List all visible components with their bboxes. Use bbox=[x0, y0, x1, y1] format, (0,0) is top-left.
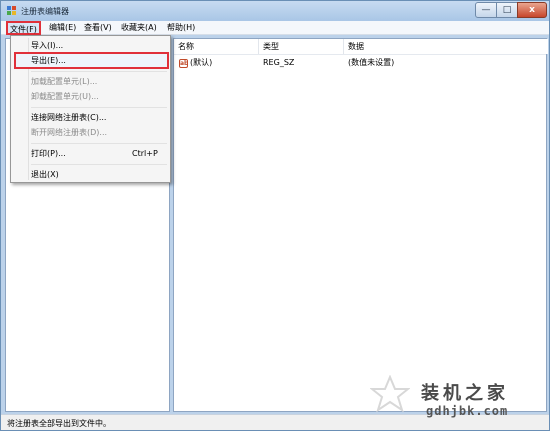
menu-item-unload-hive: 卸载配置单元(U)... bbox=[31, 92, 99, 101]
watermark-star-icon bbox=[370, 375, 410, 413]
registry-app-icon bbox=[7, 6, 16, 15]
menu-favorites[interactable]: 收藏夹(A) bbox=[119, 22, 159, 34]
menu-item-disconnect-network-registry: 断开网络注册表(D)... bbox=[31, 128, 108, 137]
menu-item-load-hive: 加载配置单元(L)... bbox=[31, 77, 98, 86]
menu-separator bbox=[31, 143, 167, 144]
value-row-name[interactable]: ab (默认) bbox=[179, 57, 212, 69]
print-shortcut: Ctrl+P bbox=[132, 149, 158, 158]
registry-editor-window: 注册表编辑器 — □ x 文件(F) 编辑(E) 查看(V) 收藏夹(A) 帮助… bbox=[0, 0, 550, 431]
menu-item-exit[interactable]: 退出(X) bbox=[31, 168, 59, 181]
menu-item-export[interactable]: 导出(E)... bbox=[31, 54, 66, 67]
menu-item-import[interactable]: 导入(I)... bbox=[31, 39, 63, 52]
menu-item-connect-network-registry[interactable]: 连接网络注册表(C)... bbox=[31, 111, 106, 124]
minimize-button[interactable]: — bbox=[475, 2, 497, 18]
status-text: 将注册表全部导出到文件中。 bbox=[7, 419, 111, 428]
title-bar[interactable]: 注册表编辑器 — □ x bbox=[1, 1, 549, 21]
menu-file[interactable]: 文件(F) bbox=[6, 21, 41, 35]
column-header-type[interactable]: 类型 bbox=[259, 39, 344, 54]
menu-separator bbox=[31, 164, 167, 165]
header-divider bbox=[174, 54, 546, 55]
maximize-button[interactable]: □ bbox=[496, 2, 518, 18]
value-name: (默认) bbox=[190, 58, 213, 67]
values-list-pane[interactable]: 名称 类型 数据 ab (默认) REG_SZ (数值未设置) bbox=[173, 38, 548, 412]
menu-separator bbox=[31, 107, 167, 108]
string-value-icon: ab bbox=[179, 58, 189, 68]
menu-item-print[interactable]: 打印(P)... bbox=[31, 147, 66, 160]
value-type: REG_SZ bbox=[263, 58, 295, 67]
menu-separator bbox=[31, 71, 167, 72]
window-title: 注册表编辑器 bbox=[21, 7, 69, 16]
watermark-url: gdhjbk.com bbox=[426, 404, 509, 418]
menu-bar: 文件(F) 编辑(E) 查看(V) 收藏夹(A) 帮助(H) bbox=[1, 21, 549, 35]
menu-help[interactable]: 帮助(H) bbox=[165, 22, 197, 34]
watermark-title: 装机之家 bbox=[421, 383, 509, 404]
menu-view[interactable]: 查看(V) bbox=[82, 22, 114, 34]
column-header-data[interactable]: 数据 bbox=[344, 39, 548, 54]
menu-edit[interactable]: 编辑(E) bbox=[47, 22, 78, 34]
file-menu-dropdown: 导入(I)... 导出(E)... 加载配置单元(L)... 卸载配置单元(U)… bbox=[10, 35, 171, 183]
close-button[interactable]: x bbox=[517, 2, 547, 18]
value-data: (数值未设置) bbox=[348, 58, 395, 67]
column-header-name[interactable]: 名称 bbox=[174, 39, 259, 54]
